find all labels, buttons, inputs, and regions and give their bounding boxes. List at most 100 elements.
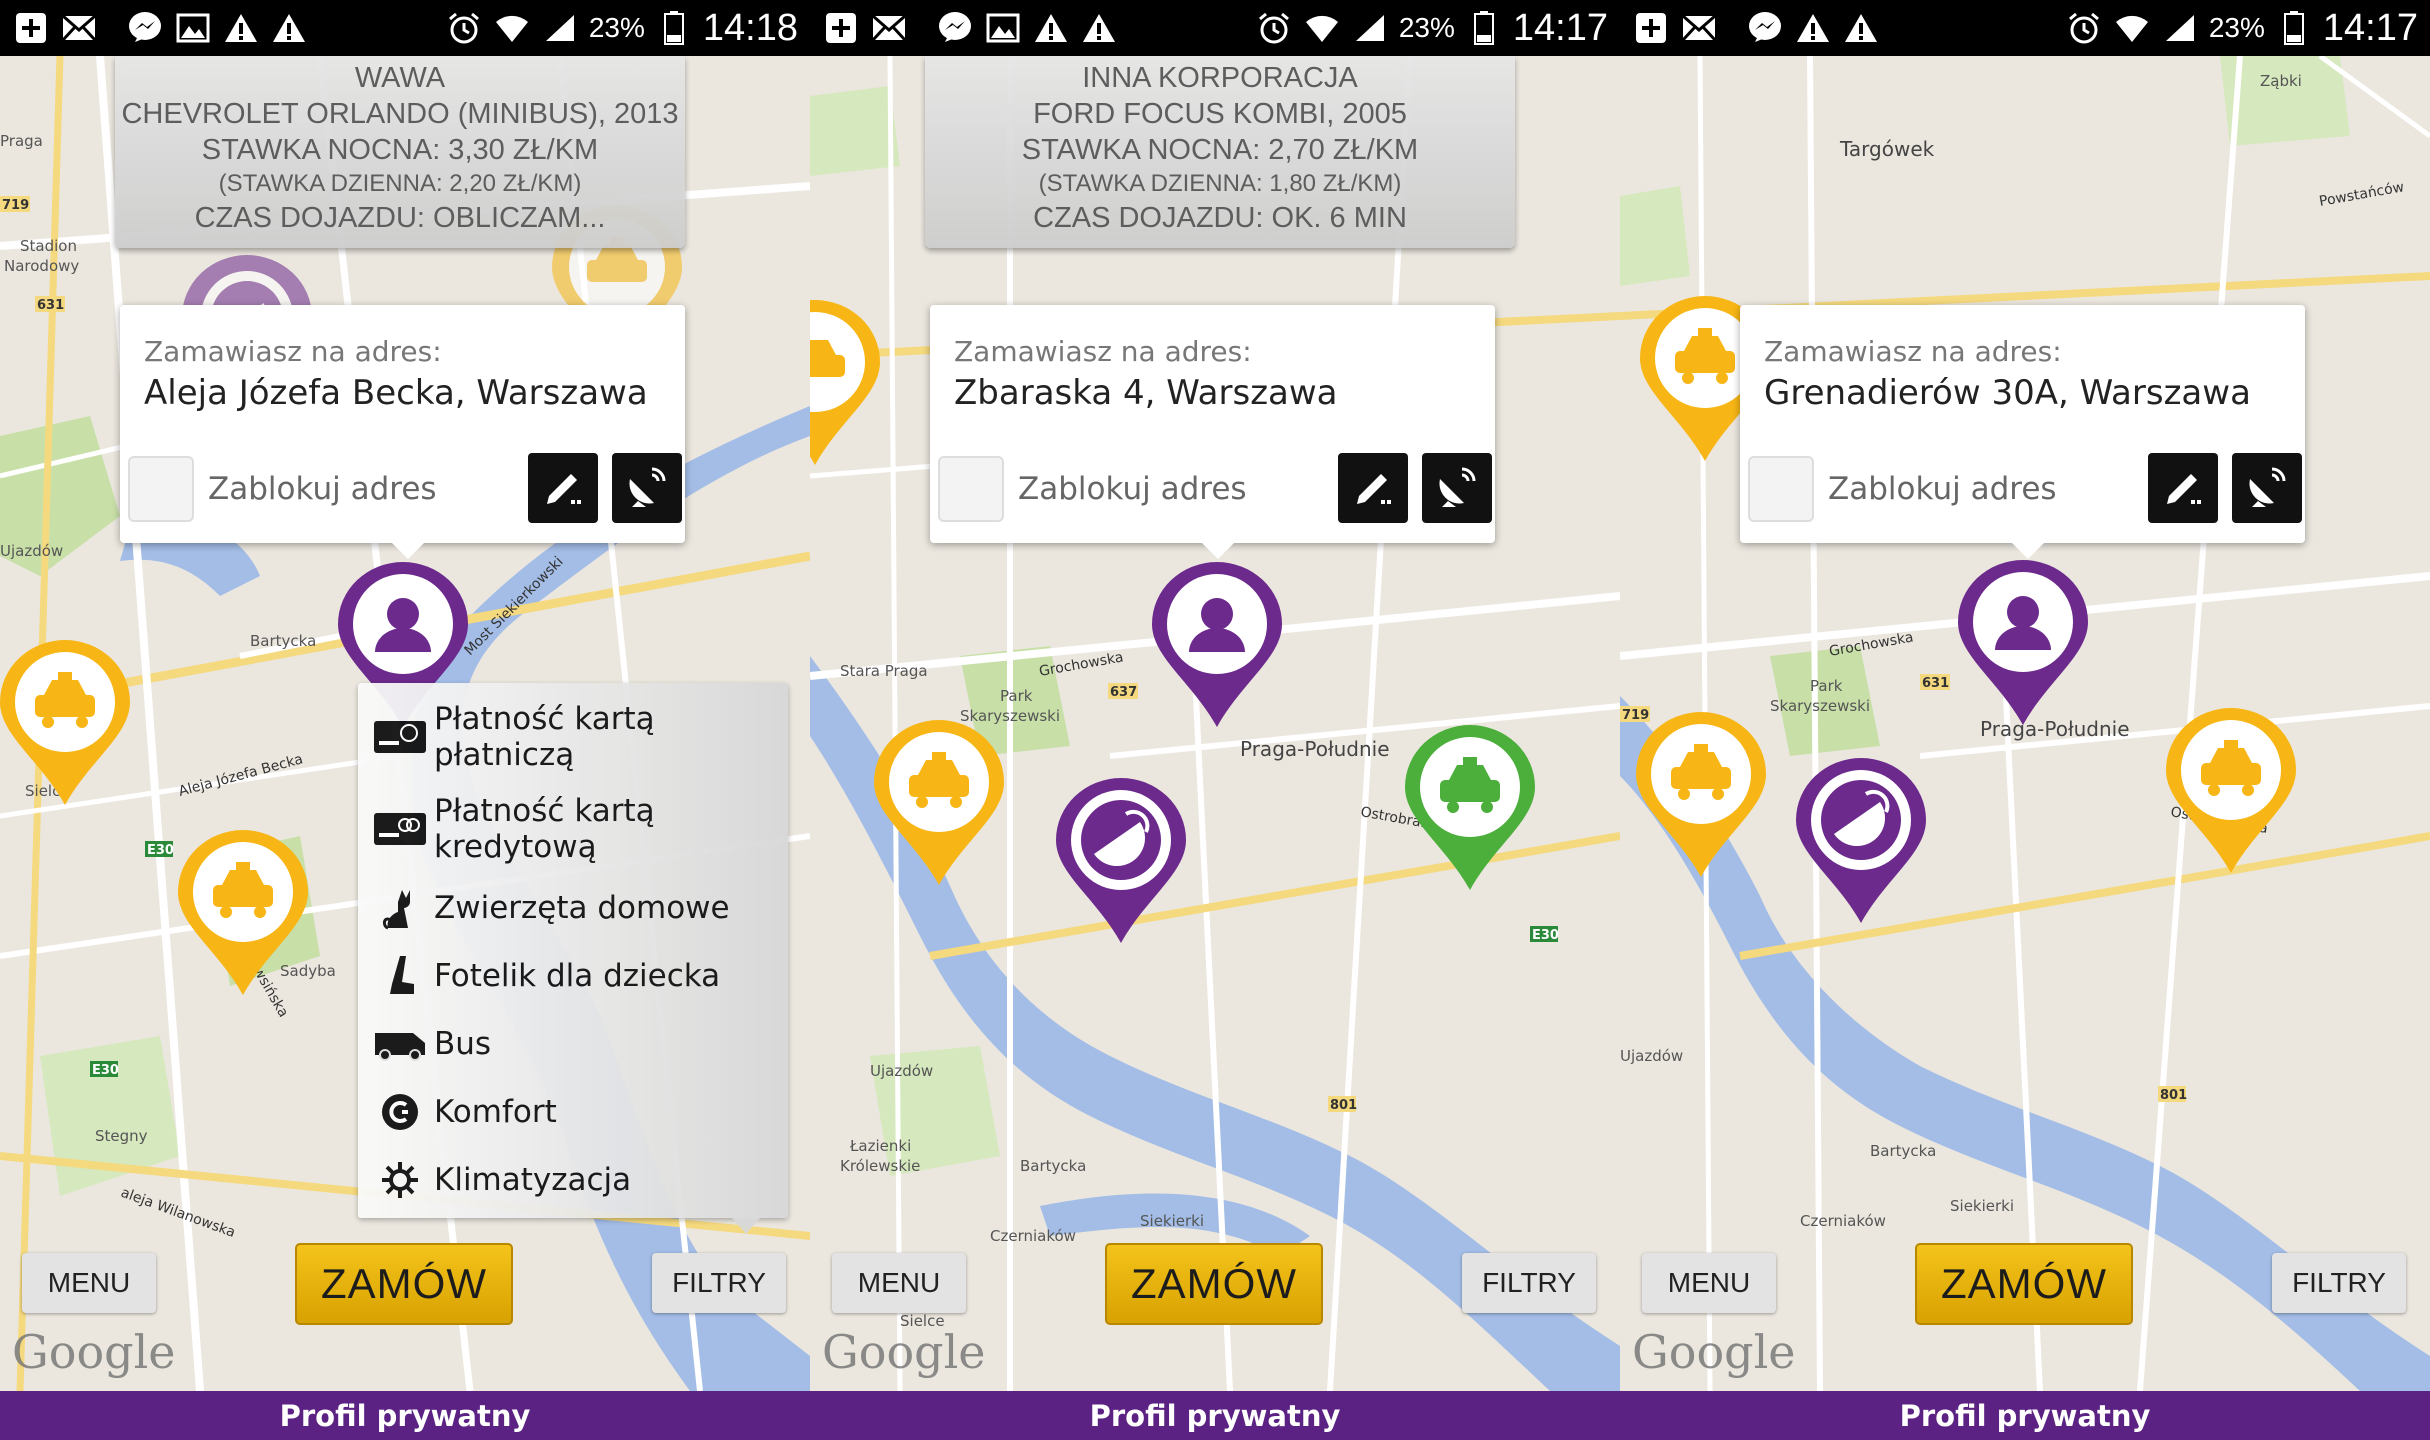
svg-text:E30: E30 [92, 1063, 119, 1078]
order-button[interactable]: ZAMÓW [1105, 1243, 1323, 1325]
satellite-dish-icon [1434, 463, 1480, 513]
status-bar: 23% 14:17 [1620, 0, 2430, 56]
taxi-marker-yellow[interactable] [0, 640, 130, 810]
filter-debit-card[interactable]: Płatność kartą płatniczą [370, 701, 684, 773]
edit-address-button[interactable] [1338, 453, 1408, 523]
filter-bus[interactable]: Bus [370, 1019, 491, 1069]
menu-button[interactable]: MENU [1642, 1253, 1776, 1313]
status-bar: 23% 14:18 [0, 0, 810, 56]
battery-percent: 23% [588, 12, 645, 43]
card-payment-icon [370, 712, 430, 762]
locate-button[interactable] [1422, 453, 1492, 523]
taxi-marker-green[interactable] [1405, 725, 1535, 895]
svg-text:719: 719 [2, 198, 29, 213]
svg-text:631: 631 [37, 298, 64, 313]
warning-icon [1842, 9, 1880, 47]
map-label: Czerniaków [1800, 1212, 1886, 1230]
address-value[interactable]: Zbaraska 4, Warszawa [954, 373, 1338, 413]
address-value[interactable]: Grenadierów 30A, Warszawa [1764, 373, 2251, 413]
address-card: Zamawiasz na adres: Zbaraska 4, Warszawa… [930, 305, 1495, 559]
address-value[interactable]: Aleja Józefa Becka, Warszawa [144, 373, 648, 413]
order-button[interactable]: ZAMÓW [1915, 1243, 2133, 1325]
order-button[interactable]: ZAMÓW [295, 1243, 513, 1325]
battery-icon [2275, 9, 2313, 47]
svg-text:637: 637 [1110, 685, 1137, 700]
car-model: FORD FOCUS KOMBI, 2005 [1033, 98, 1407, 130]
map-label: Bartycka [250, 632, 316, 650]
comfort-icon [370, 1087, 430, 1137]
signal-icon [2161, 9, 2199, 47]
status-bar: 23% 14:17 [810, 0, 1620, 56]
taxi-marker-yellow[interactable] [874, 720, 1004, 890]
map-label: Praga-Południe [1240, 737, 1390, 761]
battery-percent: 23% [1398, 12, 1455, 43]
lock-address-checkbox[interactable] [938, 456, 1004, 522]
wifi-icon [493, 9, 531, 47]
profile-bar[interactable]: Profil prywatny [0, 1391, 810, 1440]
google-logo: Google [12, 1325, 176, 1379]
taxi-marker-yellow[interactable] [2166, 708, 2296, 878]
filters-button[interactable]: FILTRY [1462, 1253, 1596, 1313]
address-caption: Zamawiasz na adres: [144, 335, 442, 368]
filters-button[interactable]: FILTRY [2272, 1253, 2406, 1313]
lock-address-checkbox[interactable] [1748, 456, 1814, 522]
car-model: CHEVROLET ORLANDO (MINIBUS), 2013 [121, 98, 679, 130]
corporation-name: WAWA [354, 62, 446, 94]
taxi-marker-yellow[interactable] [1636, 712, 1766, 882]
lock-address-label: Zablokuj adres [208, 471, 437, 507]
mail-icon [60, 9, 98, 47]
filter-credit-card[interactable]: Płatność kartą kredytową [370, 793, 684, 865]
wifi-icon [1303, 9, 1341, 47]
phone-screen-2: 23% 14:17 Praga-Południe Park Skaryszews… [810, 0, 1620, 1440]
mail-icon [1680, 9, 1718, 47]
messenger-icon [936, 9, 974, 47]
satellite-dish-icon [624, 463, 670, 513]
locate-button[interactable] [612, 453, 682, 523]
map-label: Bartycka [1870, 1142, 1936, 1160]
pencil-icon [1351, 464, 1395, 512]
mail-icon [870, 9, 908, 47]
taxi-marker-yellow[interactable] [178, 830, 308, 1000]
taxi-marker-yellow[interactable] [810, 300, 880, 470]
filter-child-seat[interactable]: Fotelik dla dziecka [370, 951, 720, 1001]
filter-comfort[interactable]: Komfort [370, 1087, 557, 1137]
edit-address-button[interactable] [528, 453, 598, 523]
user-location-marker[interactable] [1958, 560, 2088, 730]
lock-address-checkbox[interactable] [128, 456, 194, 522]
clock: 14:18 [702, 6, 798, 49]
phone-screen-1: 23% 14:18 Stadion Narodowy Praga Bartyck… [0, 0, 810, 1440]
car-seat-icon [370, 951, 430, 1001]
profile-bar[interactable]: Profil prywatny [1620, 1391, 2430, 1440]
taxi-info-panel: INNA KORPORACJA FORD FOCUS KOMBI, 2005 S… [925, 56, 1515, 248]
map-label: Siekierki [1140, 1212, 1204, 1230]
menu-button[interactable]: MENU [22, 1253, 156, 1313]
user-location-marker[interactable] [1152, 562, 1282, 732]
cat-icon [370, 883, 430, 933]
profile-bar[interactable]: Profil prywatny [810, 1391, 1620, 1440]
map-label: Skaryszewski [1770, 697, 1870, 715]
menu-button[interactable]: MENU [832, 1253, 966, 1313]
messenger-icon [1746, 9, 1784, 47]
arrival-time: CZAS DOJAZDU: OK. 6 MIN [1033, 202, 1407, 234]
google-logo: Google [1632, 1325, 1796, 1379]
warning-icon [1080, 9, 1118, 47]
filters-button[interactable]: FILTRY [652, 1253, 786, 1313]
map-label: Ząbki [2260, 72, 2302, 90]
filter-pets[interactable]: Zwierzęta domowe [370, 883, 730, 933]
alarm-icon [1255, 9, 1293, 47]
svg-text:801: 801 [1330, 1098, 1357, 1113]
map-label: Ujazdów [0, 542, 63, 560]
phone-screen-3: 23% 14:17 Targówek Ząbki Praga-Południe … [1620, 0, 2430, 1440]
edit-address-button[interactable] [2148, 453, 2218, 523]
bus-icon [370, 1019, 430, 1069]
filter-air-conditioning[interactable]: Klimatyzacja [370, 1155, 631, 1205]
warning-icon [222, 9, 260, 47]
clock: 14:17 [1512, 6, 1608, 49]
locate-button[interactable] [2232, 453, 2302, 523]
map-label: Bartycka [1020, 1157, 1086, 1175]
taxi-marker-gps[interactable] [1796, 758, 1926, 928]
taxi-marker-gps[interactable] [1056, 778, 1186, 948]
map-label: Ujazdów [1620, 1047, 1683, 1065]
plus-box-icon [822, 9, 860, 47]
night-rate: STAWKA NOCNA: 2,70 ZŁ/KM [1021, 134, 1419, 166]
